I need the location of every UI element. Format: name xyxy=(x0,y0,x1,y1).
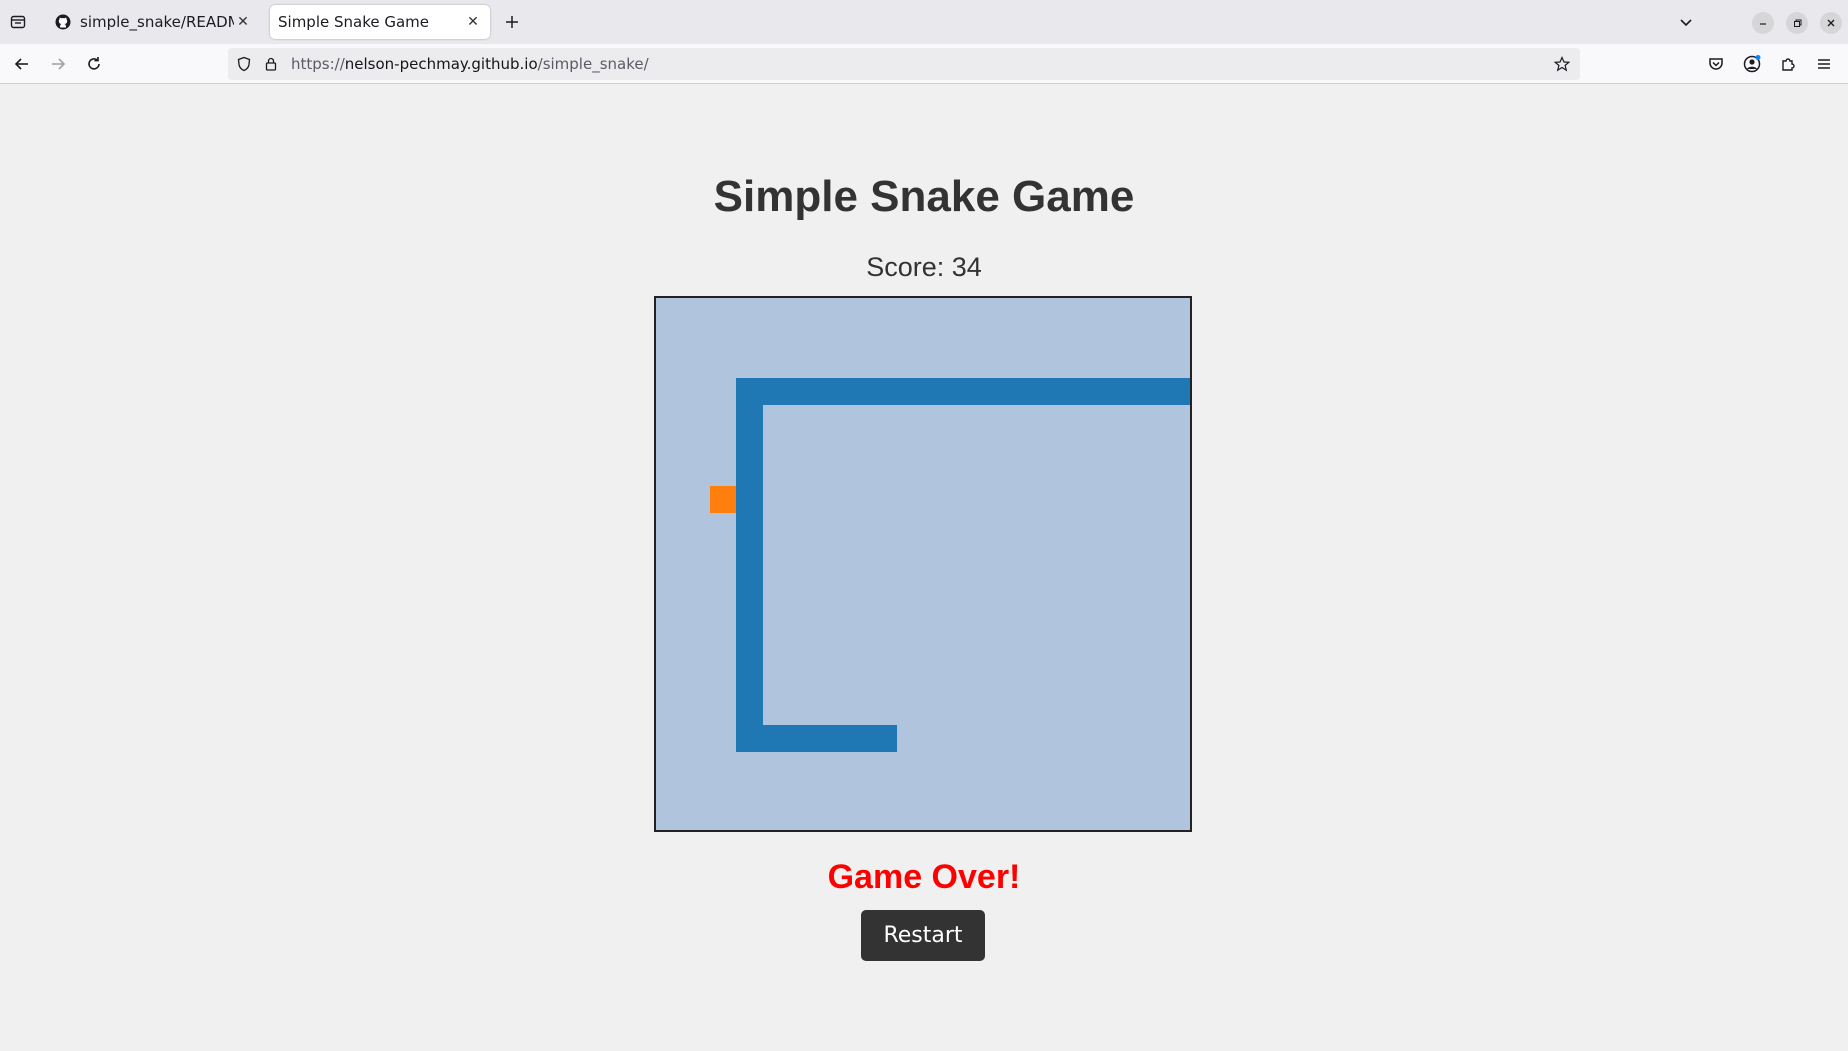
snake-segment xyxy=(736,378,763,752)
url-path: /simple_snake/ xyxy=(537,55,649,73)
window-close-icon[interactable] xyxy=(1820,12,1842,34)
close-icon[interactable]: ✕ xyxy=(234,13,252,31)
github-icon xyxy=(54,13,72,31)
back-arrow-icon[interactable] xyxy=(10,52,34,76)
new-tab-icon[interactable] xyxy=(500,10,524,34)
url-text[interactable]: https://nelson-pechmay.github.io/simple_… xyxy=(291,55,649,73)
reload-icon[interactable] xyxy=(82,52,106,76)
tab-bar: simple_snake/README.m ✕ Simple Snake Gam… xyxy=(0,0,1848,44)
tab-list-icon[interactable] xyxy=(6,10,30,34)
minimize-icon[interactable] xyxy=(1752,12,1774,34)
bookmark-star-icon[interactable] xyxy=(1554,56,1570,72)
snake-segment xyxy=(736,378,1190,405)
tab-title: simple_snake/README.m xyxy=(80,13,234,31)
score-value: 34 xyxy=(951,252,982,282)
close-icon[interactable]: ✕ xyxy=(464,13,482,31)
url-scheme: https:// xyxy=(291,55,345,73)
tab-simple-snake-game[interactable]: Simple Snake Game ✕ xyxy=(270,5,490,39)
restore-icon[interactable] xyxy=(1786,12,1808,34)
url-host: nelson-pechmay.github.io xyxy=(344,55,538,73)
tab-github-readme[interactable]: simple_snake/README.m ✕ xyxy=(46,5,260,39)
game-canvas xyxy=(710,378,1190,752)
snake xyxy=(736,378,1190,752)
list-all-tabs-icon[interactable] xyxy=(1674,10,1698,34)
menu-hamburger-icon[interactable] xyxy=(1812,52,1836,76)
restart-button[interactable]: Restart xyxy=(861,910,985,961)
score-label: Score: xyxy=(866,252,945,282)
address-bar[interactable]: https://nelson-pechmay.github.io/simple_… xyxy=(228,48,1580,80)
pocket-icon[interactable] xyxy=(1704,52,1728,76)
page-title: Simple Snake Game xyxy=(713,172,1135,221)
snake-segment xyxy=(736,725,897,752)
tracking-protection-shield-icon[interactable] xyxy=(236,56,252,72)
extensions-puzzle-icon[interactable] xyxy=(1776,52,1800,76)
game-board[interactable] xyxy=(654,296,1192,832)
account-icon[interactable] xyxy=(1740,52,1764,76)
tab-title: Simple Snake Game xyxy=(278,13,430,31)
food-pellet xyxy=(710,486,736,513)
lock-icon[interactable] xyxy=(263,56,279,72)
score-display: Score: 34 xyxy=(0,252,1848,283)
forward-arrow-icon[interactable] xyxy=(46,52,70,76)
game-over-message: Game Over! xyxy=(827,858,1021,896)
navigation-toolbar: https://nelson-pechmay.github.io/simple_… xyxy=(0,44,1848,84)
